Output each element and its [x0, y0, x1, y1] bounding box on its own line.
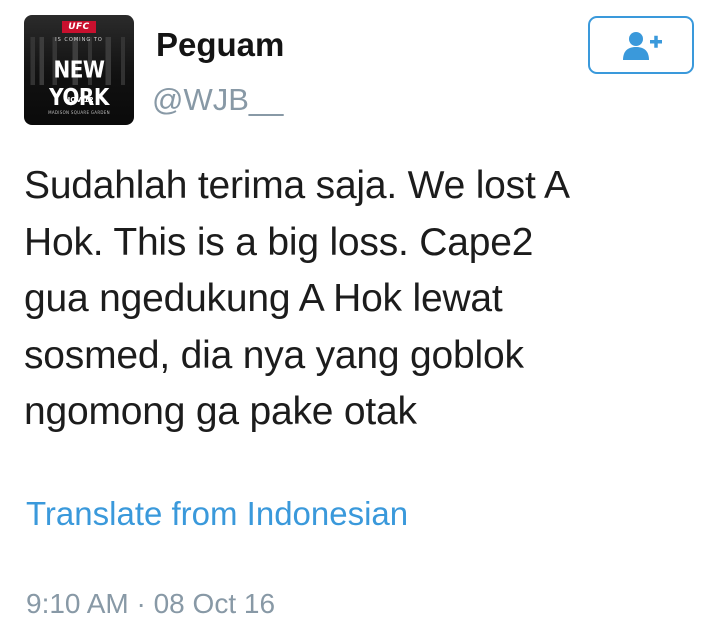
- tweet-text: Sudahlah terima saja. We lost A Hok. Thi…: [24, 158, 694, 441]
- follow-button[interactable]: [588, 16, 694, 74]
- avatar[interactable]: UFC IS COMING TO NEW YORK NOV 12 MADISON…: [24, 15, 134, 125]
- avatar-subtitle: IS COMING TO: [55, 37, 103, 43]
- tweet-timestamp[interactable]: 9:10 AM · 08 Oct 16: [26, 588, 275, 620]
- user-display-name[interactable]: Peguam: [156, 26, 284, 64]
- avatar-date: NOV 12: [64, 96, 94, 104]
- user-handle[interactable]: @WJB__: [152, 82, 283, 118]
- tweet-text-line: Sudahlah terima saja. We lost A: [24, 164, 570, 207]
- tweet-text-line: sosmed, dia nya yang goblok: [24, 333, 524, 377]
- add-user-icon: [623, 32, 662, 60]
- ufc-logo: UFC: [62, 21, 96, 33]
- tweet-text-line: Hok. This is a big loss. Cape2: [24, 220, 534, 264]
- tweet-text-line: gua ngedukung A Hok lewat: [24, 277, 503, 320]
- tweet-text-line: ngomong ga pake otak: [24, 390, 417, 433]
- translate-link[interactable]: Translate from Indonesian: [26, 495, 408, 533]
- avatar-venue: MADISON SQUARE GARDEN: [48, 110, 110, 115]
